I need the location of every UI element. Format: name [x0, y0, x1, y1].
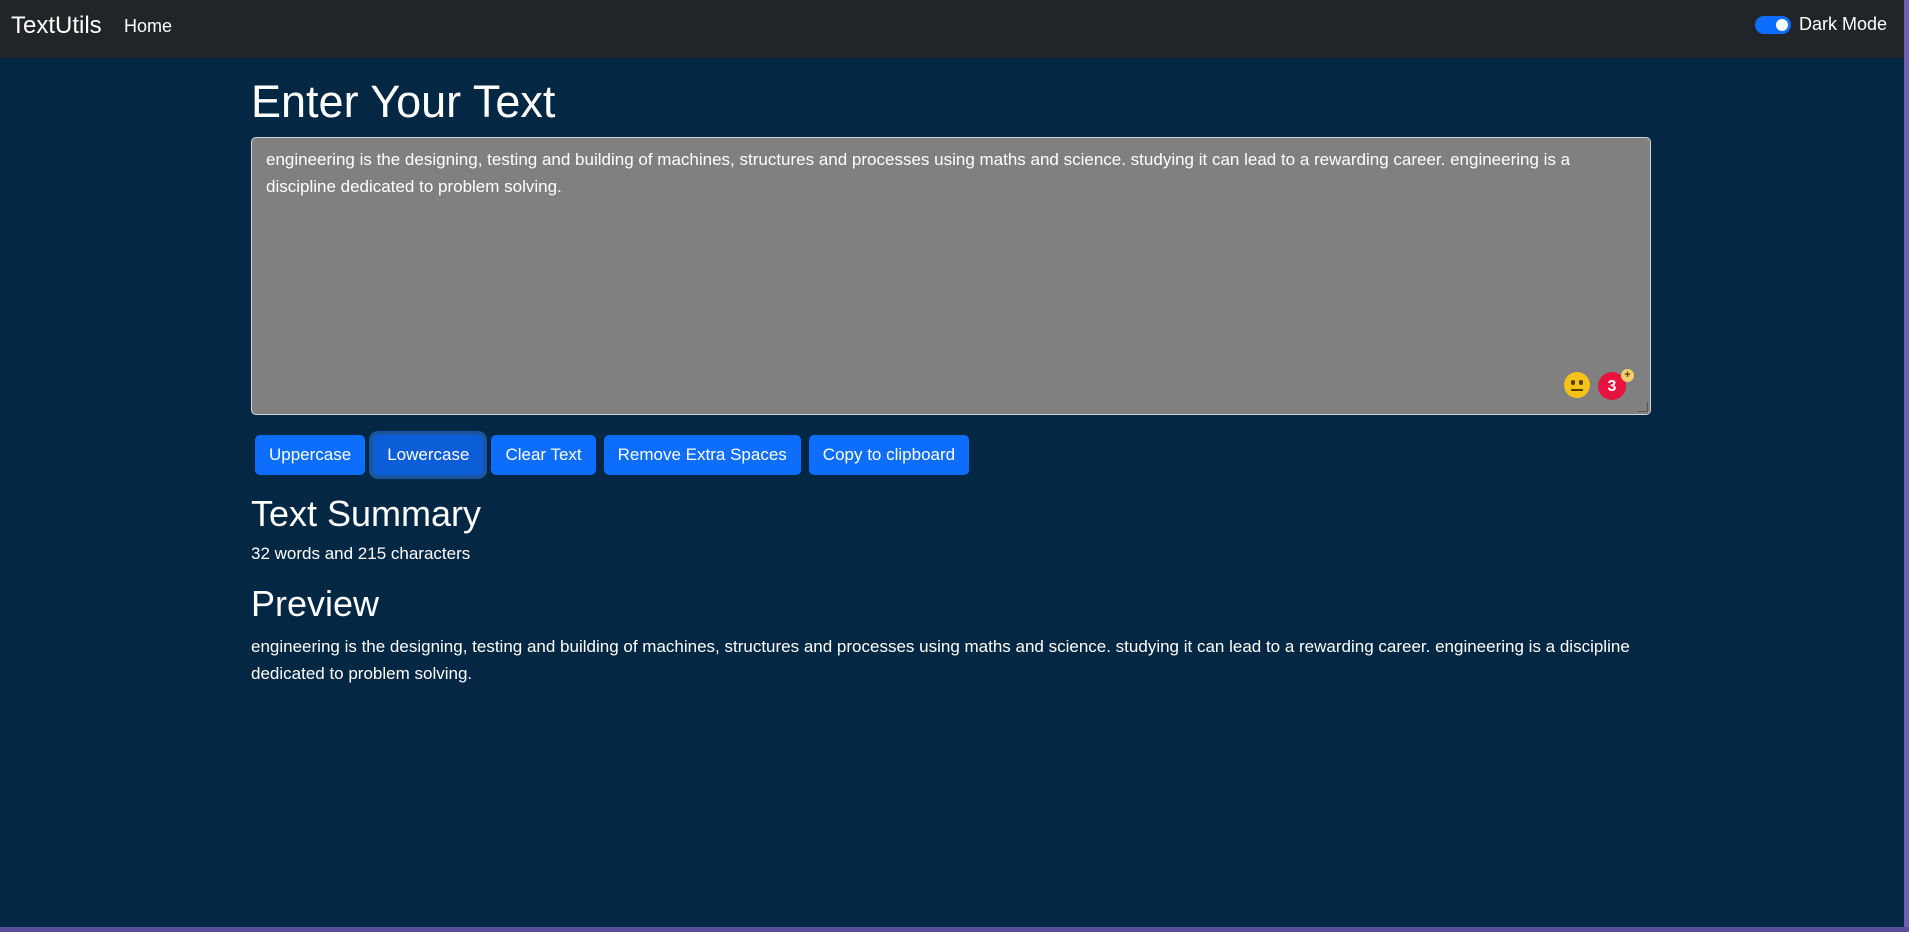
window-edge-right: [1904, 0, 1909, 932]
text-input-area[interactable]: engineering is the designing, testing an…: [251, 137, 1651, 415]
nav-home-link[interactable]: Home: [124, 16, 172, 37]
extension-badge-count: 3: [1607, 377, 1617, 395]
preview-heading: Preview: [251, 583, 380, 624]
neutral-face-icon[interactable]: [1564, 372, 1590, 398]
clear-text-button[interactable]: Clear Text: [491, 435, 596, 475]
lowercase-button[interactable]: Lowercase: [373, 435, 484, 475]
toggle-knob: [1775, 18, 1788, 31]
navbar: TextUtils Home Dark Mode: [0, 0, 1904, 58]
dark-mode-switch[interactable]: Dark Mode: [1754, 14, 1887, 35]
resize-handle[interactable]: [1638, 402, 1648, 412]
window-edge-bottom: [0, 927, 1909, 932]
text-summary-heading: Text Summary: [251, 493, 482, 534]
remove-extra-spaces-button[interactable]: Remove Extra Spaces: [603, 435, 801, 475]
plus-icon: +: [1621, 369, 1634, 382]
preview-text: engineering is the designing, testing an…: [251, 637, 1630, 683]
text-summary: 32 words and 215 characters: [251, 544, 471, 563]
dark-mode-label[interactable]: Dark Mode: [1799, 14, 1887, 35]
textarea-value[interactable]: engineering is the designing, testing an…: [266, 150, 1570, 196]
brand-link[interactable]: TextUtils: [11, 12, 102, 40]
page-title: Enter Your Text: [251, 76, 556, 127]
action-buttons: Uppercase Lowercase Clear Text Remove Ex…: [255, 435, 970, 475]
uppercase-button[interactable]: Uppercase: [255, 435, 366, 475]
copy-to-clipboard-button[interactable]: Copy to clipboard: [808, 435, 970, 475]
dark-mode-toggle[interactable]: [1754, 15, 1791, 34]
